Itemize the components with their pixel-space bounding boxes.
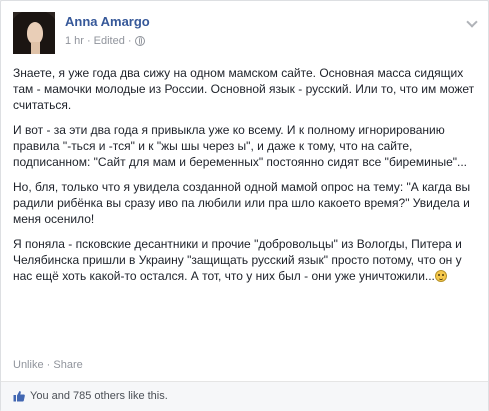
post-actions: Unlike · Share bbox=[13, 359, 83, 371]
unlike-link[interactable]: Unlike bbox=[13, 359, 44, 371]
thumbs-up-icon bbox=[13, 391, 25, 402]
globe-icon[interactable] bbox=[134, 36, 145, 46]
post-paragraph-text: Я поняла - псковские десантники и прочие… bbox=[13, 237, 462, 283]
post-paragraph-last: Я поняла - псковские десантники и прочие… bbox=[13, 236, 475, 284]
share-link[interactable]: Share bbox=[53, 359, 82, 371]
post-card: Anna Amargo 1 hr · Edited · Знаете, я уж… bbox=[0, 0, 489, 411]
likes-text[interactable]: You and 785 others like this. bbox=[30, 390, 168, 402]
post-time[interactable]: 1 hr bbox=[65, 35, 84, 47]
likes-row: You and 785 others like this. bbox=[13, 390, 168, 402]
post-paragraph: Но, бля, только что я увидела созданной … bbox=[13, 180, 471, 226]
smiley-icon bbox=[434, 270, 447, 282]
chevron-down-icon[interactable] bbox=[466, 18, 476, 28]
post-header: Anna Amargo 1 hr · Edited · bbox=[13, 12, 476, 56]
post-meta: 1 hr · Edited · bbox=[65, 35, 145, 47]
likes-bar: You and 785 others like this. bbox=[1, 381, 488, 411]
post-paragraph: Знаете, я уже года два сижу на одном мам… bbox=[13, 66, 475, 112]
post-body: Знаете, я уже года два сижу на одном мам… bbox=[13, 65, 475, 293]
post-paragraph: И вот - за эти два года я привыкла уже к… bbox=[13, 123, 468, 169]
meta-separator: · bbox=[86, 35, 91, 47]
actions-separator: · bbox=[46, 359, 51, 371]
meta-separator: · bbox=[127, 35, 132, 47]
author-name[interactable]: Anna Amargo bbox=[65, 14, 150, 29]
avatar[interactable] bbox=[13, 12, 55, 54]
edited-label[interactable]: Edited bbox=[94, 35, 125, 47]
